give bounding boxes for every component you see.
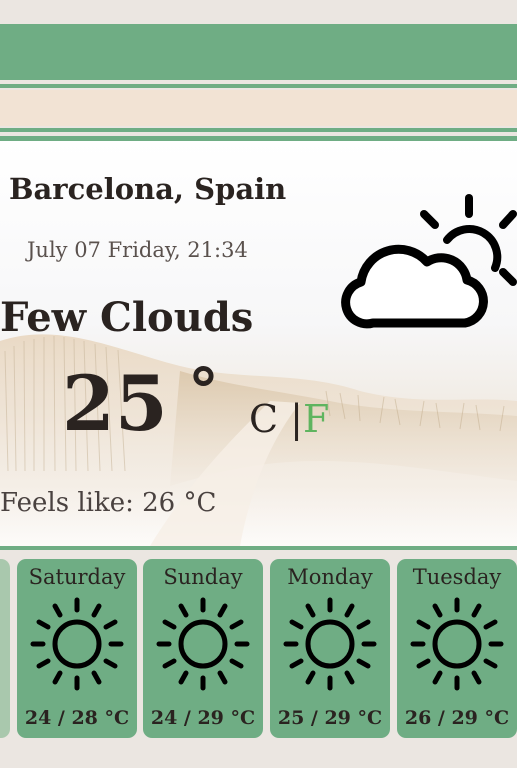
sun-icon bbox=[283, 597, 377, 691]
forecast-day: Sunday bbox=[163, 565, 243, 589]
forecast-divider bbox=[0, 546, 517, 550]
forecast-temp-range: 24 / 28 °C bbox=[24, 707, 130, 729]
forecast-temp-range: 25 / 29 °C bbox=[277, 707, 383, 729]
forecast-temp-range: 26 / 29 °C bbox=[404, 707, 510, 729]
location-name: Barcelona, Spain bbox=[9, 172, 287, 206]
few-clouds-icon bbox=[341, 194, 517, 329]
unit-separator: | bbox=[290, 397, 303, 441]
forecast-day: Tuesday bbox=[412, 565, 502, 589]
unit-toggle: C |F bbox=[249, 400, 329, 438]
degree-symbol: ° bbox=[188, 354, 219, 427]
header-bar bbox=[0, 24, 517, 80]
forecast-day: Monday bbox=[287, 565, 373, 589]
celsius-toggle[interactable]: C bbox=[249, 397, 278, 441]
fahrenheit-toggle[interactable]: F bbox=[303, 397, 329, 441]
forecast-day: Saturday bbox=[28, 565, 126, 589]
divider-top bbox=[0, 128, 517, 132]
weather-condition: Few Clouds bbox=[0, 294, 254, 341]
search-strip bbox=[0, 90, 517, 126]
forecast-card[interactable]: Tuesday 26 / 29 °C bbox=[397, 559, 517, 738]
sun-icon bbox=[30, 597, 124, 691]
forecast-card[interactable]: Monday 25 / 29 °C bbox=[270, 559, 390, 738]
forecast-card-partial[interactable] bbox=[0, 559, 10, 738]
forecast-card[interactable]: Saturday 24 / 28 °C bbox=[17, 559, 137, 738]
header-divider bbox=[0, 84, 517, 88]
current-temperature: 25 bbox=[62, 359, 168, 448]
feels-like: Feels like: 26 °C bbox=[0, 488, 217, 518]
forecast-card[interactable]: Sunday 24 / 29 °C bbox=[143, 559, 263, 738]
sun-icon bbox=[156, 597, 250, 691]
forecast-temp-range: 24 / 29 °C bbox=[150, 707, 256, 729]
sun-icon bbox=[410, 597, 504, 691]
date-time: July 07 Friday, 21:34 bbox=[27, 238, 248, 262]
